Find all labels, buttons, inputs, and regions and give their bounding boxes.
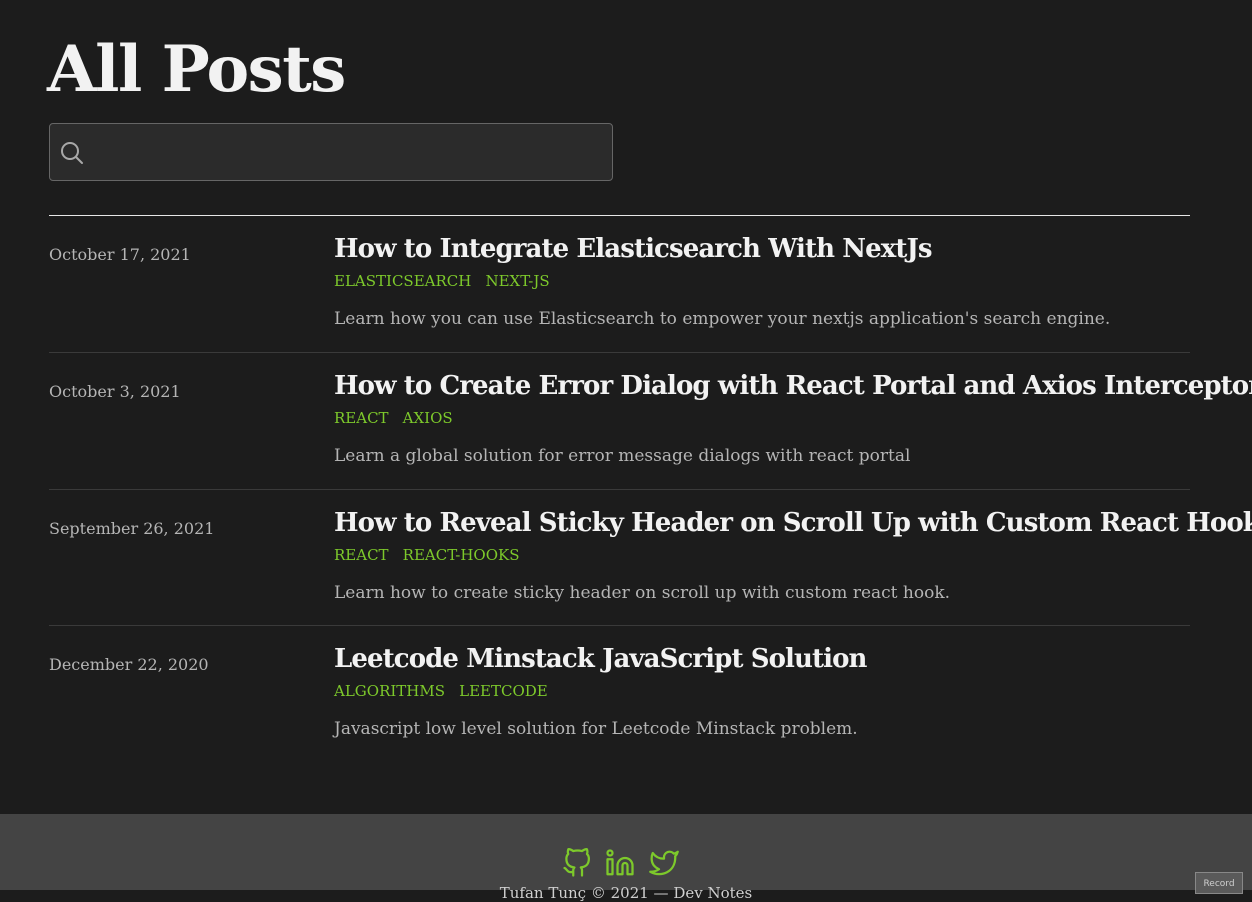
post-tags: REACT REACT-HOOKS [334, 545, 529, 564]
post-title-link[interactable]: Leetcode Minstack JavaScript Solution [334, 644, 867, 674]
post-tags: ALGORITHMS LEETCODE [334, 681, 557, 700]
post-item: October 17, 2021 How to Integrate Elasti… [49, 216, 1190, 352]
tag-link[interactable]: REACT-HOOKS [403, 546, 520, 564]
post-date: October 3, 2021 [49, 382, 181, 401]
post-description: Learn how you can use Elasticsearch to e… [334, 309, 1111, 329]
tag-link[interactable]: ALGORITHMS [334, 682, 445, 700]
post-title-link[interactable]: How to Create Error Dialog with React Po… [334, 371, 1252, 401]
post-title-link[interactable]: How to Integrate Elasticsearch With Next… [334, 234, 933, 264]
social-links [562, 848, 692, 878]
search-box[interactable] [49, 123, 613, 182]
post-date: October 17, 2021 [49, 245, 191, 264]
post-description: Javascript low level solution for Leetco… [334, 719, 858, 739]
record-button[interactable]: Record [1195, 872, 1243, 894]
post-description: Learn how to create sticky header on scr… [334, 583, 951, 603]
linkedin-icon[interactable] [605, 848, 635, 878]
post-tags: REACT AXIOS [334, 408, 462, 427]
search-icon [60, 141, 84, 165]
search-input[interactable] [96, 124, 600, 182]
post-item: December 22, 2020 Leetcode Minstack Java… [49, 625, 1190, 762]
post-date: September 26, 2021 [49, 519, 215, 538]
github-icon[interactable] [562, 848, 592, 878]
twitter-icon[interactable] [649, 848, 679, 878]
post-item: October 3, 2021 How to Create Error Dial… [49, 352, 1252, 489]
tag-link[interactable]: LEETCODE [459, 682, 548, 700]
post-title-link[interactable]: How to Reveal Sticky Header on Scroll Up… [334, 508, 1252, 538]
copyright-text: Tufan Tunç © 2021 — Dev Notes [499, 884, 753, 902]
page-title: All Posts [47, 32, 346, 107]
tag-link[interactable]: REACT [334, 546, 389, 564]
tag-link[interactable]: ELASTICSEARCH [334, 272, 471, 290]
post-item: September 26, 2021 How to Reveal Sticky … [49, 489, 1252, 626]
post-tags: ELASTICSEARCH NEXT-JS [334, 271, 559, 290]
footer: Tufan Tunç © 2021 — Dev Notes [0, 814, 1252, 902]
tag-link[interactable]: NEXT-JS [485, 272, 549, 290]
post-date: December 22, 2020 [49, 655, 209, 674]
tag-link[interactable]: AXIOS [403, 409, 453, 427]
post-description: Learn a global solution for error messag… [334, 446, 911, 466]
tag-link[interactable]: REACT [334, 409, 389, 427]
